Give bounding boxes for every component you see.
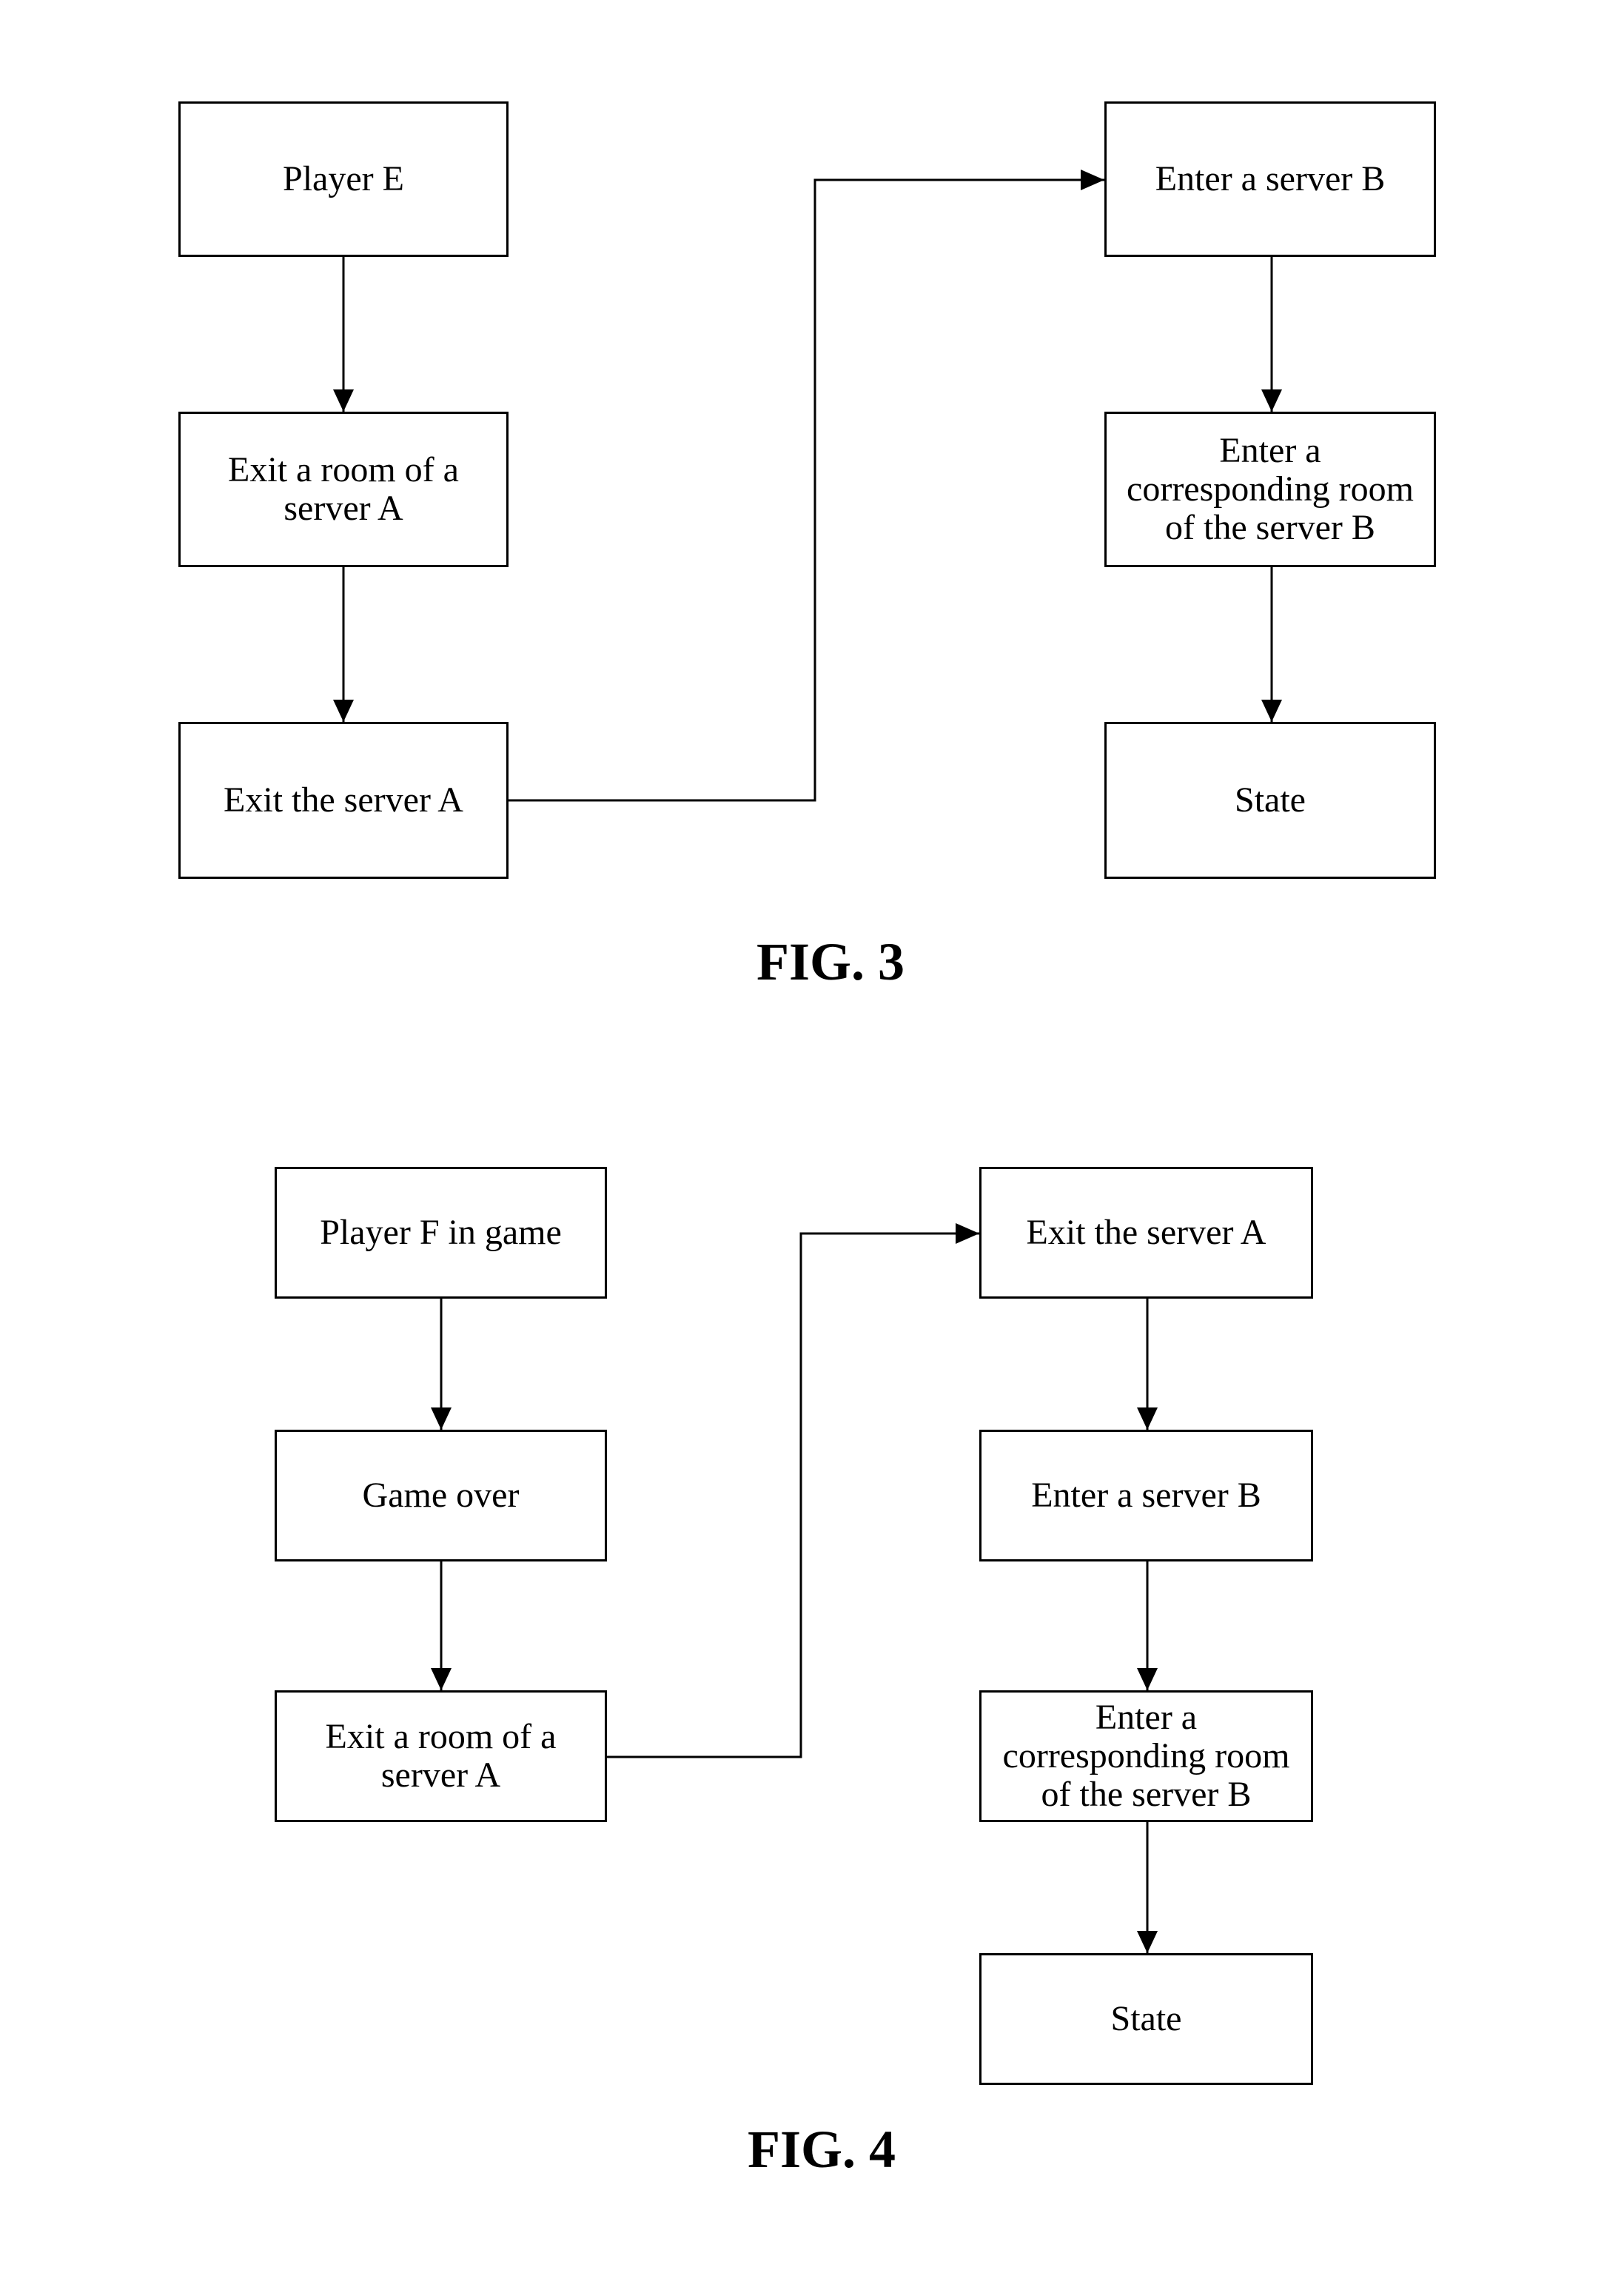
- arrowhead-icon: [333, 700, 354, 722]
- node-label: Player F in game: [320, 1213, 562, 1252]
- fig4-node-exit-server-a: Exit the server A: [979, 1167, 1313, 1299]
- arrowhead-icon: [333, 389, 354, 412]
- node-label: Exit the server A: [1026, 1213, 1266, 1252]
- fig3-caption: FIG. 3: [756, 932, 905, 991]
- node-label: Player E: [283, 159, 404, 198]
- arrowhead-icon: [431, 1407, 452, 1430]
- arrowhead-icon: [431, 1668, 452, 1690]
- fig4-caption: FIG. 4: [747, 2120, 896, 2179]
- fig3-node-state: State: [1104, 722, 1436, 879]
- connectors-layer: [333, 170, 1282, 1953]
- arrowhead-icon: [1261, 700, 1282, 722]
- node-label: Exit a room of a server A: [228, 450, 459, 528]
- fig3-node-enter-room-b: Enter a corresponding room of the server…: [1104, 412, 1436, 567]
- fig4-arrow-exit-room-to-exit-server: [607, 1232, 979, 1758]
- fig3-node-exit-server-a: Exit the server A: [178, 722, 509, 879]
- arrowhead-icon: [1081, 170, 1104, 190]
- node-label: Enter a corresponding room of the server…: [1127, 431, 1414, 547]
- fig4-node-game-over: Game over: [275, 1430, 607, 1561]
- node-label: State: [1235, 780, 1306, 820]
- node-label: Exit the server A: [224, 780, 463, 820]
- node-label: Exit a room of a server A: [325, 1717, 557, 1795]
- fig4-node-enter-room-b: Enter a corresponding room of the server…: [979, 1690, 1313, 1822]
- arrowhead-icon: [1261, 389, 1282, 412]
- fig4-node-exit-room-a: Exit a room of a server A: [275, 1690, 607, 1822]
- node-label: State: [1110, 1999, 1182, 2038]
- arrowhead-icon: [1137, 1407, 1158, 1430]
- fig4-node-player-f: Player F in game: [275, 1167, 607, 1299]
- fig4-node-enter-server-b: Enter a server B: [979, 1430, 1313, 1561]
- fig3-node-enter-server-b: Enter a server B: [1104, 101, 1436, 257]
- arrowhead-icon: [1137, 1668, 1158, 1690]
- node-label: Enter a server B: [1155, 159, 1386, 198]
- node-label: Game over: [362, 1476, 520, 1515]
- fig3-node-exit-room-a: Exit a room of a server A: [178, 412, 509, 567]
- node-label: Enter a corresponding room of the server…: [1002, 1698, 1290, 1814]
- arrowhead-icon: [956, 1223, 979, 1244]
- node-label: Enter a server B: [1031, 1476, 1261, 1515]
- fig3-arrow-exit-server-to-enter-server-b: [509, 178, 1104, 802]
- arrowhead-icon: [1137, 1931, 1158, 1953]
- fig3-node-player-e: Player E: [178, 101, 509, 257]
- fig4-node-state: State: [979, 1953, 1313, 2085]
